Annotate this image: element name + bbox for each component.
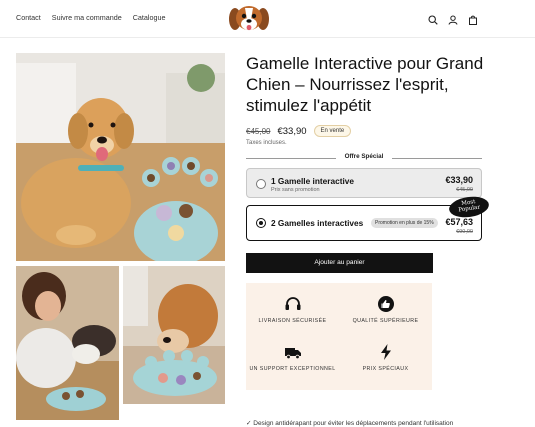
price-row: €45,00 €33,90 En vente (246, 125, 352, 137)
feature-prices-label: PRIX SPÉCIAUX (362, 366, 409, 372)
account-icon[interactable] (448, 12, 458, 25)
compare-price: €45,00 (246, 126, 271, 136)
option-single-subtitle: Prix sans promotion (271, 187, 320, 193)
option-single-price: €33,90 (445, 175, 473, 185)
header-icons (428, 12, 478, 25)
feature-quality: QUALITÉ SUPÉRIEURE (339, 295, 432, 325)
offer-heading-label: Offre Spécial (340, 153, 388, 160)
header-nav: Contact Suivre ma commande Catalogue (16, 13, 165, 22)
offer-heading-text-wrap: Offre Spécial (246, 153, 482, 160)
features-panel: LIVRAISON SÉCURISÉE QUALITÉ SUPÉRIEURE U… (246, 283, 432, 390)
radio-double[interactable] (256, 218, 266, 228)
offer-option-single[interactable]: 1 Gamelle interactive Prix sans promotio… (246, 168, 482, 198)
nav-catalogue[interactable]: Catalogue (133, 13, 166, 22)
nav-track-order[interactable]: Suivre ma commande (52, 13, 122, 22)
lightning-icon (380, 344, 391, 360)
search-icon[interactable] (428, 12, 438, 25)
product-thumbnail-woman-dog[interactable] (16, 266, 119, 420)
feature-delivery-label: LIVRAISON SÉCURISÉE (258, 318, 327, 324)
option-double-name: 2 Gamelles interactives (271, 218, 364, 228)
promo-badge: Promotion en plus de 15% (371, 218, 438, 228)
feature-prices: PRIX SPÉCIAUX (339, 343, 432, 373)
radio-single[interactable] (256, 179, 266, 189)
nav-contact[interactable]: Contact (16, 13, 41, 22)
current-price: €33,90 (277, 125, 307, 137)
option-single-name: 1 Gamelle interactive (271, 176, 355, 186)
sale-badge: En vente (313, 125, 352, 137)
headset-icon (285, 297, 300, 310)
add-to-cart-button[interactable]: Ajouter au panier (246, 253, 433, 273)
offer-option-double[interactable]: 2 Gamelles interactives Promotion en plu… (246, 205, 482, 241)
feature-support: UN SUPPORT EXCEPTIONNEL (246, 343, 339, 373)
option-single-compare-price: €45,00 (456, 187, 473, 193)
option-double-compare-price: €90,00 (456, 229, 473, 235)
product-title: Gamelle Interactive pour Grand Chien – N… (246, 54, 484, 115)
cart-icon[interactable] (468, 12, 478, 25)
feature-bullet: ✓ Design antidérapant pour éviter les dé… (246, 420, 454, 427)
feature-delivery: LIVRAISON SÉCURISÉE (246, 295, 339, 325)
feature-quality-label: QUALITÉ SUPÉRIEURE (352, 318, 419, 324)
truck-icon (284, 348, 301, 360)
taxes-note: Taxes incluses. (246, 140, 287, 146)
option-double-price: €57,63 (445, 217, 473, 227)
feature-support-label: UN SUPPORT EXCEPTIONNEL (249, 366, 336, 372)
thumbs-up-icon (377, 296, 394, 312)
dog-logo[interactable] (226, 3, 272, 35)
product-thumbnail-dog-eating[interactable] (123, 266, 225, 404)
product-main-image[interactable] (16, 53, 225, 261)
offer-heading: Offre Spécial (246, 153, 482, 163)
site-header: Contact Suivre ma commande Catalogue (0, 0, 535, 38)
